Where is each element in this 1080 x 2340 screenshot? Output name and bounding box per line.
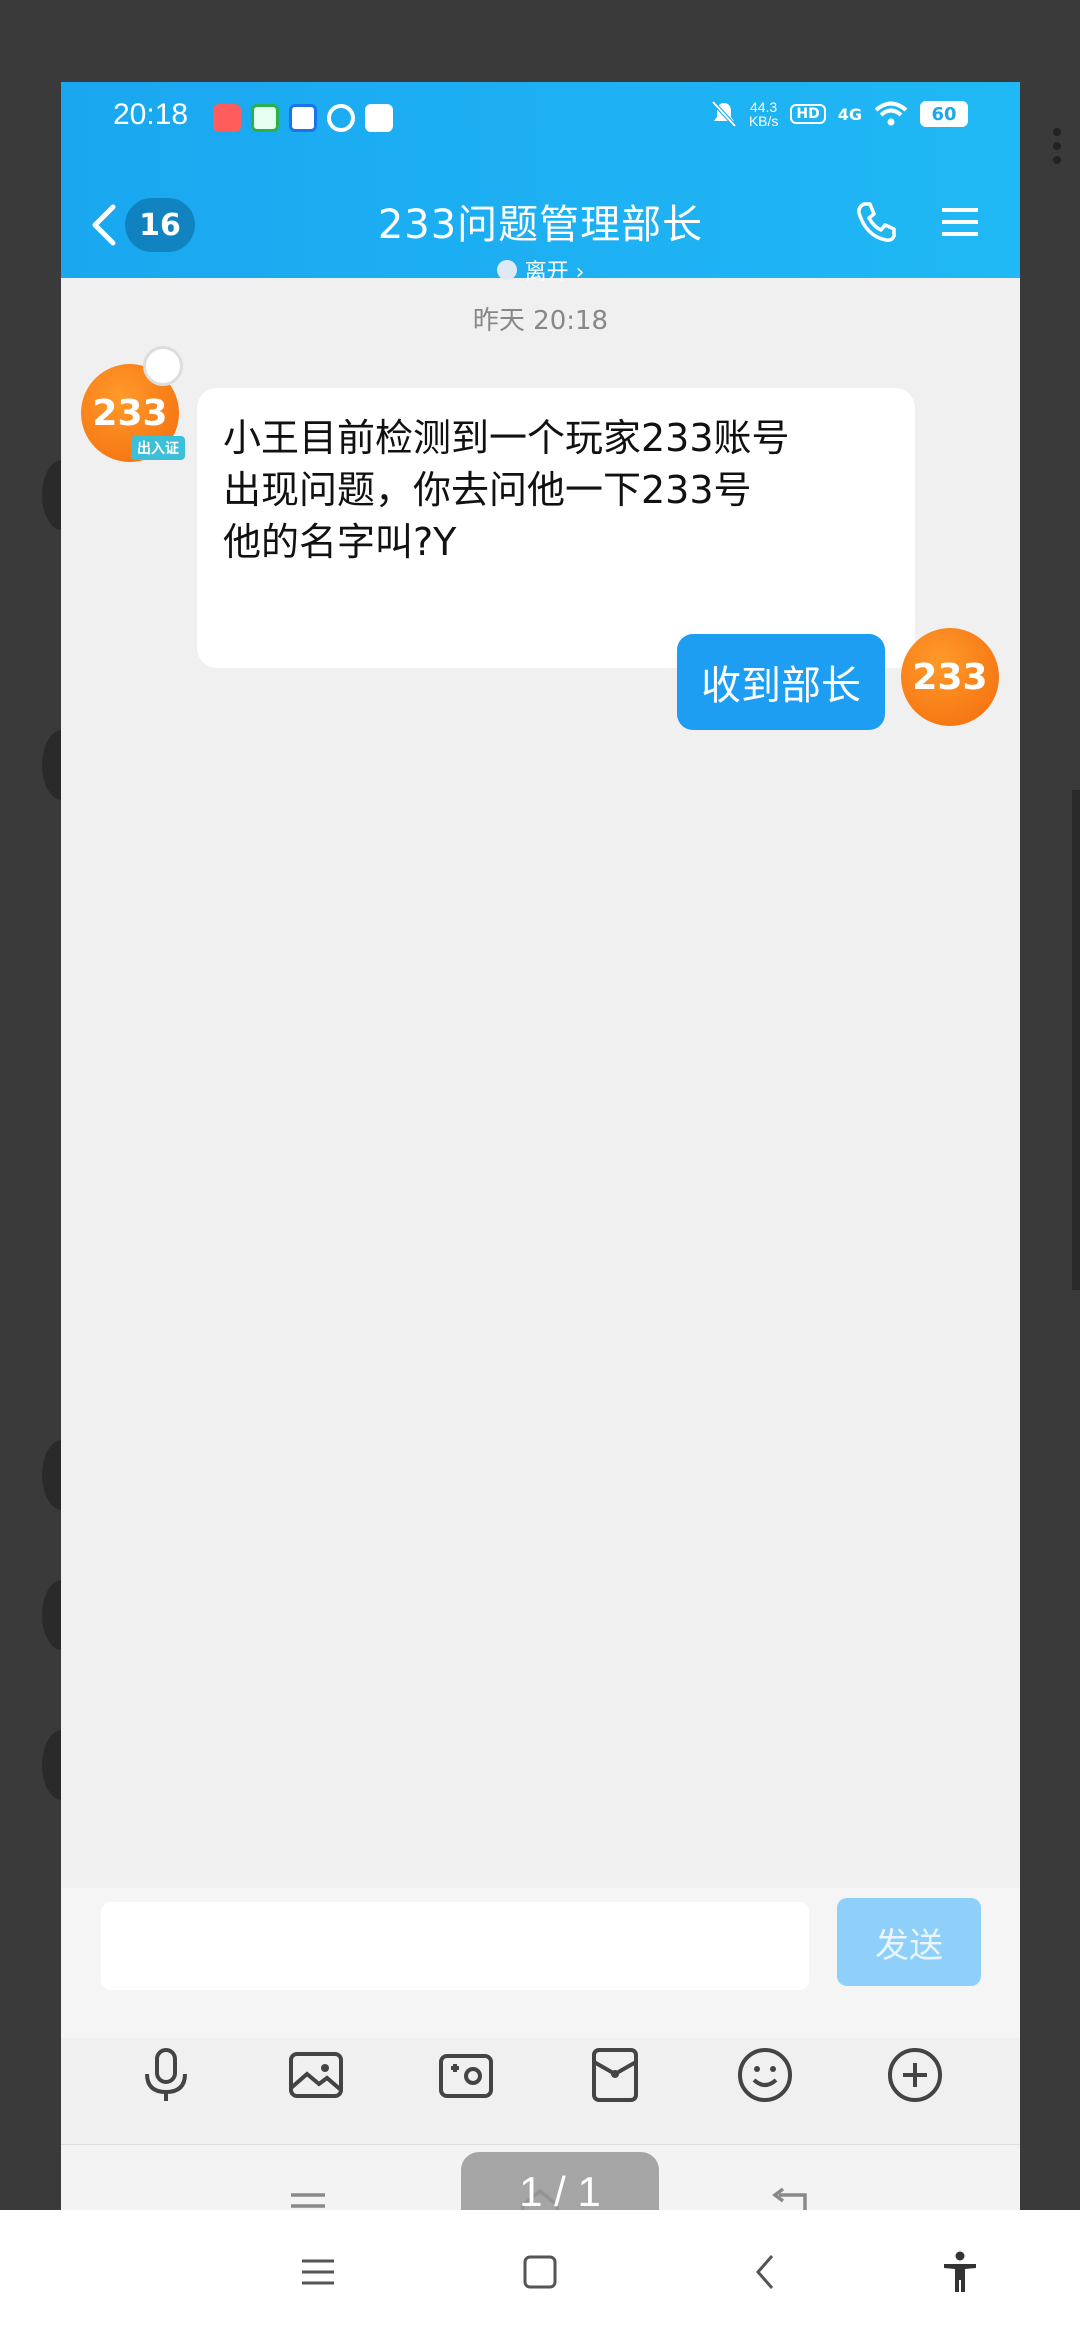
red-packet-icon <box>592 2048 639 2102</box>
clock-icon <box>496 260 517 280</box>
more-button[interactable] <box>882 2042 948 2108</box>
chevron-left-icon <box>756 2255 774 2289</box>
translate-notification-icon <box>289 104 317 132</box>
message-line: 出现问题，你去问他一下233号 <box>223 468 752 512</box>
accessibility-button[interactable] <box>938 2250 982 2294</box>
wifi-icon <box>874 101 908 126</box>
message-input-area: 发送 <box>61 1888 1020 2038</box>
mute-bell-icon <box>711 100 737 128</box>
map-notification-icon <box>251 104 279 132</box>
square-icon <box>523 2255 557 2289</box>
header-actions <box>852 198 984 246</box>
camera-icon <box>438 2054 493 2098</box>
page-indicator: 1 / 1 <box>461 2152 659 2210</box>
system-menu-button[interactable] <box>296 2250 340 2294</box>
phone-icon[interactable] <box>852 198 900 246</box>
hd-badge: HD <box>790 104 826 124</box>
message-bubble-outgoing[interactable]: 收到部长 <box>677 634 885 730</box>
message-line: 小王目前检测到一个玩家233账号 <box>223 416 790 460</box>
avatar-tag: 出入证 <box>131 436 185 460</box>
chat-header: 16 233问题管理部长 离开 › <box>61 152 1020 285</box>
return-icon <box>772 2187 807 2210</box>
app-notification-icon <box>213 104 241 132</box>
sync-notification-icon <box>327 104 355 132</box>
message-timestamp: 昨天 20:18 <box>472 306 609 336</box>
avatar[interactable]: 233 出入证 <box>81 346 185 462</box>
system-back-button[interactable] <box>744 2250 788 2294</box>
status-time: 20:18 <box>113 98 189 131</box>
accessibility-icon <box>944 2251 976 2292</box>
mic-icon <box>144 2048 187 2101</box>
presence-label: 离开 › <box>524 260 585 285</box>
notification-icons <box>213 104 393 132</box>
menu-icon <box>302 2259 334 2285</box>
top-bar: 20:18 44.3 KB/s HD 4G 60 16 233问题管理部长 离开… <box>61 82 1020 285</box>
emoji-button[interactable] <box>732 2042 798 2108</box>
voice-button[interactable] <box>133 2042 199 2108</box>
menu-icon[interactable] <box>936 198 984 246</box>
presence-status[interactable]: 离开 › <box>496 254 585 286</box>
input-toolbar <box>61 2020 1020 2130</box>
photo-button[interactable] <box>283 2042 349 2108</box>
message-line: 他的名字叫?Y <box>223 520 457 564</box>
net-speed-value: 44.3 <box>749 99 778 115</box>
plus-icon <box>888 2048 943 2102</box>
avatar[interactable]: 233 <box>901 628 999 726</box>
camera-button[interactable] <box>433 2042 499 2108</box>
system-home-button[interactable] <box>518 2250 562 2294</box>
signal-indicator: 4G <box>837 104 862 124</box>
inner-back-button[interactable] <box>765 2181 815 2210</box>
inner-menu-button[interactable] <box>283 2181 333 2210</box>
chat-screen: 20:18 44.3 KB/s HD 4G 60 16 233问题管理部长 离开… <box>61 82 1020 2210</box>
red-packet-button[interactable] <box>582 2042 648 2108</box>
status-bar: 20:18 44.3 KB/s HD 4G 60 <box>61 82 1020 152</box>
menu-icon <box>291 2193 325 2208</box>
avatar-text: 233 <box>912 656 988 698</box>
avatar-badge-icon <box>143 346 183 386</box>
net-speed-unit: KB/s <box>748 113 779 129</box>
send-button[interactable]: 发送 <box>837 1898 981 1986</box>
scrollbar[interactable] <box>1072 790 1080 1290</box>
calendar-notification-icon <box>365 104 393 132</box>
message-input[interactable] <box>101 1902 809 1990</box>
emoji-icon <box>738 2048 793 2102</box>
more-vertical-icon[interactable] <box>1048 126 1066 166</box>
system-navigation-bar <box>0 2210 1080 2340</box>
status-right: 44.3 KB/s HD 4G 60 <box>711 100 968 128</box>
avatar-text: 233 <box>92 392 168 434</box>
net-speed: 44.3 KB/s <box>749 100 779 128</box>
message-bubble-incoming[interactable]: 小王目前检测到一个玩家233账号 出现问题，你去问他一下233号 他的名字叫?Y <box>197 388 915 668</box>
image-icon <box>288 2052 343 2098</box>
battery-indicator: 60 <box>920 101 968 127</box>
